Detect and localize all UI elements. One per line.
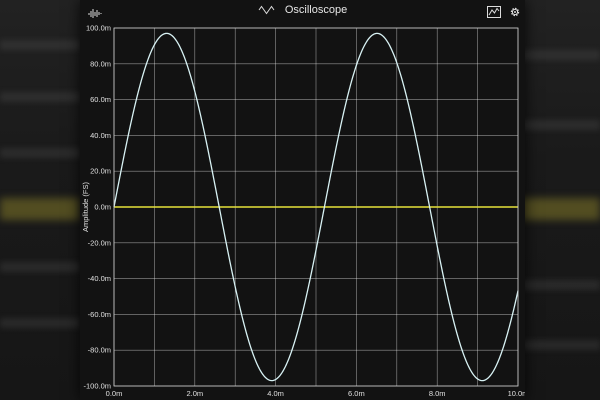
- x-tick-label: 8.0m: [429, 389, 446, 398]
- y-tick-label: 60.0m: [90, 95, 111, 104]
- y-tick-label: 100.0m: [86, 24, 111, 33]
- x-tick-label: 10.0m: [508, 389, 525, 398]
- y-tick-label: -80.0m: [88, 346, 111, 355]
- background-right: [520, 0, 600, 400]
- oscilloscope-plot[interactable]: 100.0m 80.0m 60.0m 40.0m 20.0m 0.0m -20.0m -40.…: [80, 0, 525, 400]
- y-tick-label: 40.0m: [90, 131, 111, 140]
- background-left: [0, 0, 80, 400]
- y-tick-label: 80.0m: [90, 59, 111, 68]
- y-axis-label: Amplitude (FS): [81, 181, 90, 232]
- oscilloscope-window: Oscilloscope 100.0m 80.0m 60.0m 40.0m 20.0m 0…: [80, 0, 525, 400]
- y-tick-label: -40.0m: [88, 274, 111, 283]
- y-tick-label: -60.0m: [88, 310, 111, 319]
- x-tick-label: 4.0m: [267, 389, 284, 398]
- y-tick-label: -20.0m: [88, 238, 111, 247]
- x-axis-ticks: 0.0m 2.0m 4.0m 6.0m 8.0m 10.0m: [106, 389, 525, 398]
- x-tick-label: 0.0m: [106, 389, 123, 398]
- x-tick-label: 6.0m: [348, 389, 365, 398]
- y-tick-label: 0.0m: [94, 203, 111, 212]
- x-tick-label: 2.0m: [186, 389, 203, 398]
- y-tick-label: 20.0m: [90, 167, 111, 176]
